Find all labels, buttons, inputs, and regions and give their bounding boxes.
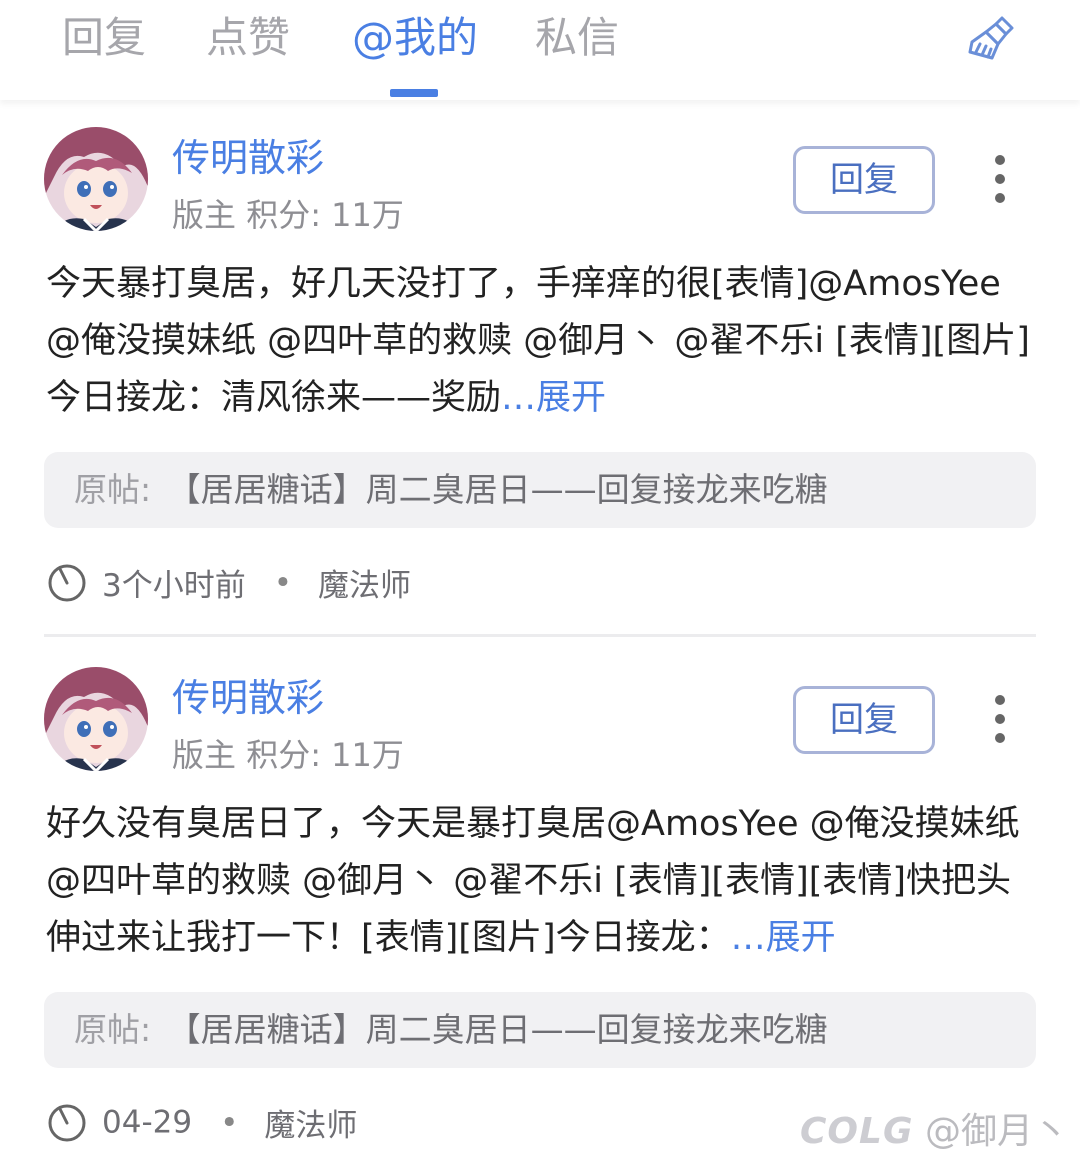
reply-button[interactable]: 回复 (793, 686, 935, 754)
divider (44, 634, 1036, 637)
separator-dot: • (273, 564, 293, 601)
reply-button[interactable]: 回复 (793, 146, 935, 214)
original-post-label: 原帖: (74, 1010, 152, 1049)
user-avatar-image (44, 127, 148, 231)
board-name[interactable]: 魔法师 (264, 1108, 357, 1144)
post-time: 3个小时前 (102, 568, 246, 604)
post-time: 04-29 (102, 1104, 193, 1141)
tab-messages[interactable]: 私信 (535, 8, 619, 68)
tab-bar: 回复 点赞 @我的 私信 (0, 0, 1080, 100)
expand-link[interactable]: …展开 (731, 918, 836, 958)
role-label: 版主 (172, 736, 237, 774)
avatar[interactable] (44, 667, 148, 771)
board-name[interactable]: 魔法师 (318, 568, 411, 604)
clock-icon (48, 564, 86, 601)
user-avatar-image (44, 667, 148, 771)
watermark: COLG @御月丶 (800, 1102, 1069, 1154)
points-label: 积分: 11万 (246, 736, 404, 774)
points-label: 积分: 11万 (246, 196, 404, 234)
username[interactable]: 传明散彩 (172, 127, 324, 182)
user-meta: 版主 积分: 11万 (172, 730, 404, 776)
expand-link[interactable]: …展开 (501, 378, 606, 418)
more-options-icon[interactable] (980, 690, 1020, 750)
more-options-icon[interactable] (980, 150, 1020, 210)
mention-content[interactable]: 好久没有臭居日了，今天是暴打臭居@AmosYee @俺没摸妹纸 @四叶草的救赎 … (46, 796, 1036, 967)
tab-mentions[interactable]: @我的 (352, 8, 478, 68)
separator-dot: • (220, 1104, 239, 1141)
watermark-handle: @御月丶 (924, 1111, 1069, 1152)
mention-text: 好久没有臭居日了，今天是暴打臭居@AmosYee @俺没摸妹纸 @四叶草的救赎 … (46, 804, 1020, 958)
original-post-label: 原帖: (74, 470, 152, 509)
clock-icon (48, 1104, 86, 1141)
post-footer: 04-29 • 魔法师 (46, 1100, 357, 1144)
post-footer: 3个小时前 • 魔法师 (46, 560, 411, 604)
active-tab-indicator (390, 89, 438, 97)
tab-replies[interactable]: 回复 (62, 8, 146, 68)
original-post-title: 【居居糖话】周二臭居日——回复接龙来吃糖 (167, 470, 828, 509)
user-meta: 版主 积分: 11万 (172, 190, 404, 236)
mention-content[interactable]: 今天暴打臭居，好几天没打了，手痒痒的很[表情]@AmosYee @俺没摸妹纸 @… (46, 256, 1036, 427)
tab-likes[interactable]: 点赞 (206, 8, 290, 68)
avatar[interactable] (44, 127, 148, 231)
original-post-title: 【居居糖话】周二臭居日——回复接龙来吃糖 (167, 1010, 828, 1049)
original-post-link[interactable]: 原帖: 【居居糖话】周二臭居日——回复接龙来吃糖 (44, 452, 1036, 528)
username[interactable]: 传明散彩 (172, 667, 324, 722)
role-label: 版主 (172, 196, 237, 234)
broom-icon[interactable] (962, 12, 1022, 68)
watermark-logo: COLG (800, 1111, 914, 1152)
original-post-link[interactable]: 原帖: 【居居糖话】周二臭居日——回复接龙来吃糖 (44, 992, 1036, 1068)
